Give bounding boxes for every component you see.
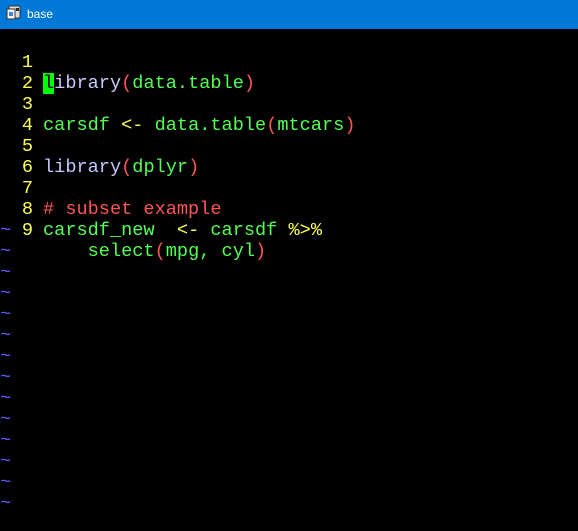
code-line: 7 # subset example xyxy=(0,157,222,220)
token-variable: carsdf xyxy=(199,220,289,241)
token-paren: ) xyxy=(255,241,267,262)
token-paren: ( xyxy=(121,157,133,178)
code-line: 5 library(dplyr) xyxy=(0,115,199,178)
empty-line-marker: ~ xyxy=(0,493,12,514)
code-line: 8 carsdf_new <- carsdf %>% xyxy=(0,178,322,241)
code-text[interactable]: # subset example xyxy=(43,199,222,220)
empty-line-marker: ~ xyxy=(0,241,12,262)
empty-line-marker: ~ xyxy=(0,388,12,409)
code-text[interactable]: carsdf_new <- carsdf %>% xyxy=(43,220,322,241)
empty-line-marker: ~ xyxy=(0,283,12,304)
empty-line-marker: ~ xyxy=(0,472,12,493)
token-paren: ( xyxy=(121,73,133,94)
empty-line-marker: ~ xyxy=(0,451,12,472)
token-paren: ( xyxy=(154,241,166,262)
token-paren: ( xyxy=(266,115,278,136)
empty-line-marker: ~ xyxy=(0,346,12,367)
empty-line-marker: ~ xyxy=(0,409,12,430)
token-variable: data.table xyxy=(143,115,267,136)
token-argument: mtcars xyxy=(277,115,345,136)
token-argument: data.table xyxy=(132,73,244,94)
token-comment: # subset example xyxy=(43,199,222,220)
code-text[interactable]: select(mpg, cyl) xyxy=(43,241,267,262)
vim-window: base 1 library(data.table) 2 3 carsdf <-… xyxy=(0,0,578,531)
empty-line-marker: ~ xyxy=(0,262,12,283)
token-paren: ) xyxy=(188,157,200,178)
token-function: select xyxy=(43,241,155,262)
code-line: 1 library(data.table) xyxy=(0,31,255,94)
empty-line-marker: ~ xyxy=(0,325,12,346)
token-operator: <- xyxy=(176,220,200,241)
token-argument: dplyr xyxy=(132,157,189,178)
vim-icon xyxy=(6,5,21,20)
code-line: 6 xyxy=(0,136,67,178)
window-title: base xyxy=(27,7,54,21)
editor-area[interactable]: 1 library(data.table) 2 3 carsdf <- data… xyxy=(0,29,578,531)
token-paren: ) xyxy=(344,115,356,136)
code-line: 9 select(mpg, cyl) xyxy=(0,199,266,262)
code-line: 2 xyxy=(0,52,67,94)
token-operator: <- xyxy=(121,115,144,136)
empty-line-marker: ~ xyxy=(0,430,12,451)
code-text[interactable]: carsdf <- data.table(mtcars) xyxy=(43,115,355,136)
empty-line-marker: ~ xyxy=(0,367,12,388)
title-bar[interactable]: base xyxy=(0,0,578,29)
code-line: 4 xyxy=(0,94,67,136)
token-argument: mpg, cyl xyxy=(165,241,256,262)
token-paren: ) xyxy=(243,73,256,94)
code-text[interactable]: library(data.table) xyxy=(43,73,255,94)
token-operator: %>% xyxy=(288,220,322,241)
empty-line-marker: ~ xyxy=(0,304,12,325)
code-line: 3 carsdf <- data.table(mtcars) xyxy=(0,73,356,136)
empty-line-marker: ~ xyxy=(0,220,12,241)
